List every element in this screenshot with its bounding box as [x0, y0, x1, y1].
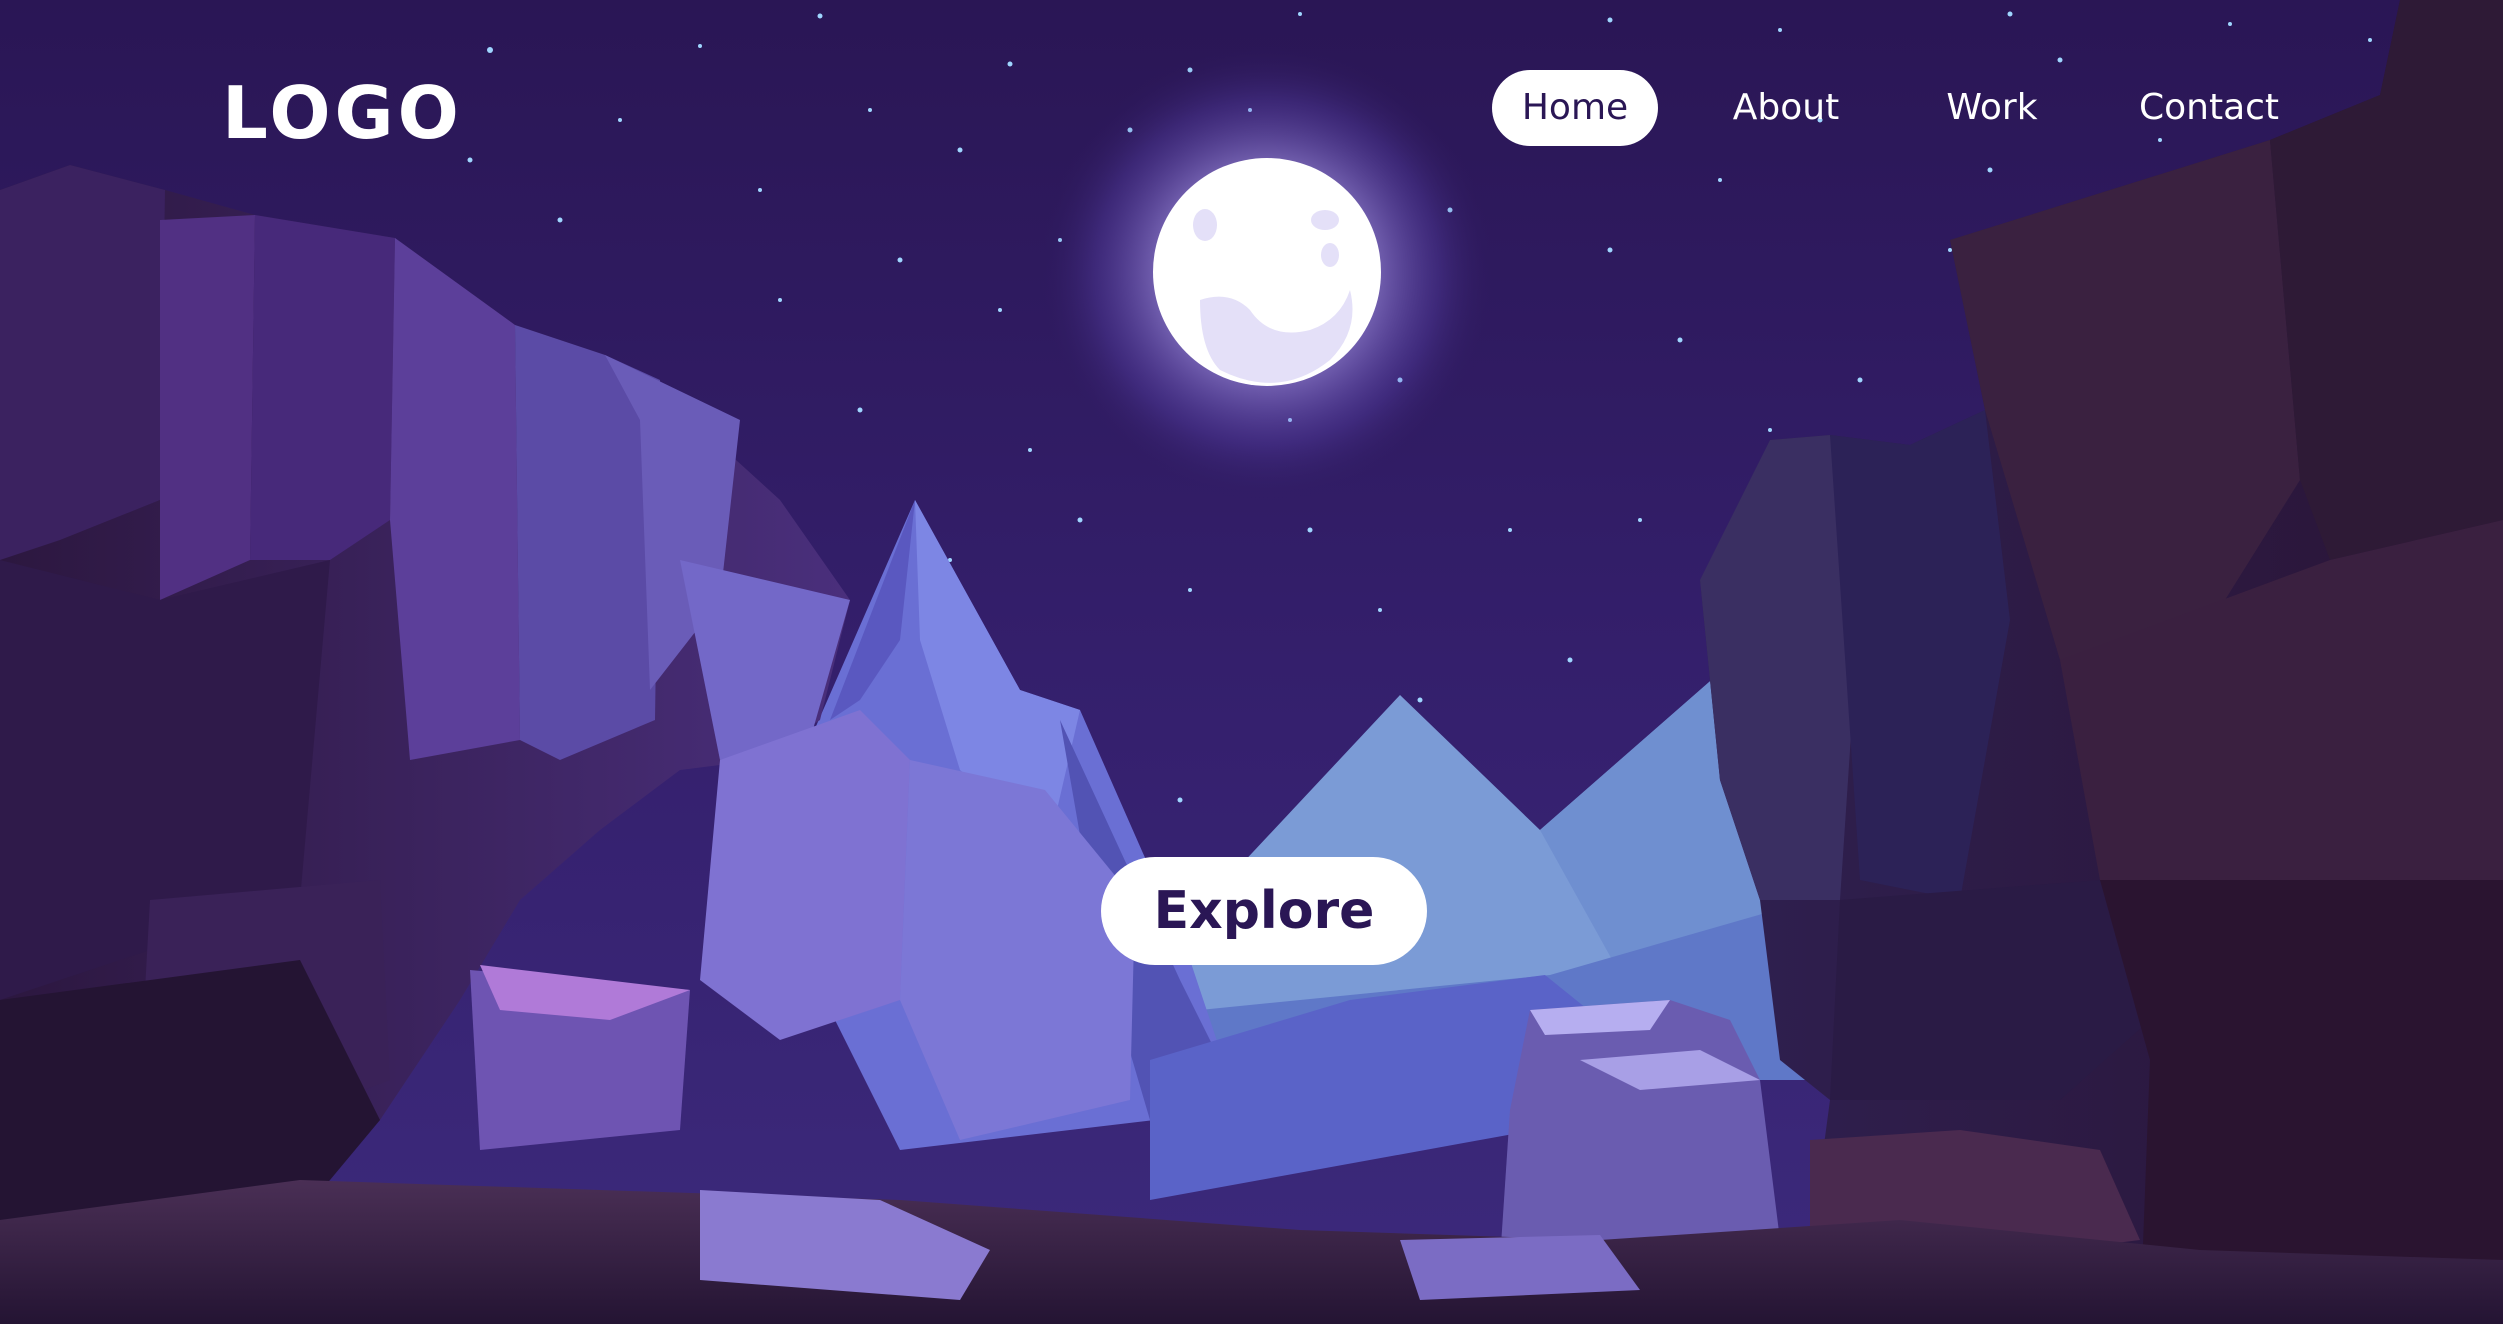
logo[interactable]: LOGO [222, 68, 463, 158]
nav-contact-link[interactable]: Contact [2120, 70, 2298, 146]
nav-home-link[interactable]: Home [1492, 70, 1658, 146]
nav-about-link[interactable]: About [1712, 70, 1860, 146]
right-rocks [1500, 1000, 1780, 1260]
nav-work-link[interactable]: Work [1930, 70, 2054, 146]
explore-button[interactable]: Explore [1101, 857, 1427, 965]
top-navbar: LOGO Home About Work Contact [0, 0, 2503, 220]
